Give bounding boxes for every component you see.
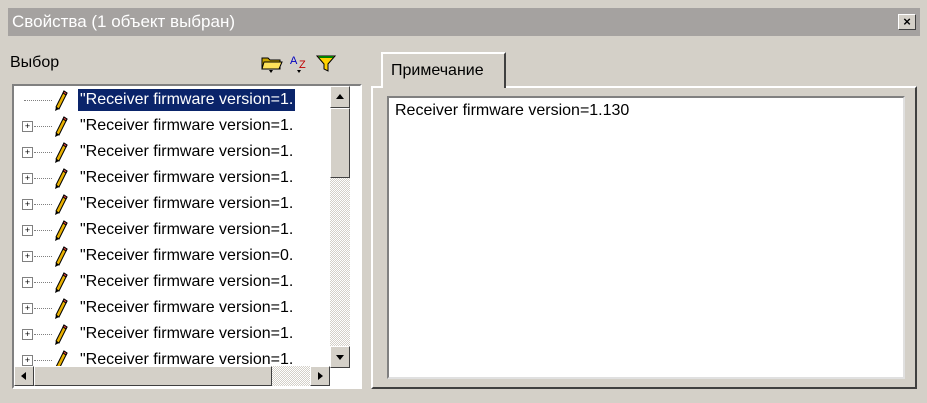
close-button[interactable]: × [898, 14, 916, 30]
expand-icon[interactable]: + [22, 251, 33, 262]
tree-connector [34, 256, 52, 257]
horizontal-scroll-thumb[interactable] [34, 366, 272, 386]
pencil-icon [54, 220, 68, 242]
tree-row[interactable]: + "Receiver firmware version=1. [14, 218, 334, 244]
pencil-icon [54, 168, 68, 190]
tree-connector [34, 152, 52, 153]
tree-connector [34, 126, 52, 127]
tree-connector [34, 308, 52, 309]
title-bar[interactable]: Свойства (1 объект выбран) × [8, 8, 920, 36]
scroll-right-button[interactable] [310, 366, 330, 386]
pencil-icon [54, 194, 68, 216]
scroll-up-button[interactable] [330, 86, 350, 108]
arrow-up-icon [336, 94, 344, 99]
arrow-right-icon [318, 372, 323, 380]
note-text-area[interactable]: Receiver firmware version=1.130 [387, 96, 905, 379]
tree-row[interactable]: + "Receiver firmware version=1. [14, 270, 334, 296]
tree-row[interactable]: + "Receiver firmware version=0. [14, 244, 334, 270]
sort-az-icon[interactable]: A Z [288, 52, 312, 74]
tree-row-label: "Receiver firmware version=1. [80, 143, 294, 160]
tree-row[interactable]: + "Receiver firmware version=1. [14, 322, 334, 348]
tree-connector [34, 178, 52, 179]
tree-row-label: "Receiver firmware version=1. [80, 195, 294, 212]
vertical-scroll-thumb[interactable] [330, 108, 350, 178]
expand-icon[interactable]: + [22, 303, 33, 314]
expand-icon[interactable]: + [22, 147, 33, 158]
open-folder-icon[interactable] [260, 52, 284, 74]
object-tree[interactable]: "Receiver firmware version=1. + "Receiver … [12, 84, 362, 389]
svg-text:Z: Z [299, 59, 306, 71]
tree-row[interactable]: + "Receiver firmware version=1. [14, 166, 334, 192]
tree-row-label: "Receiver firmware version=1. [76, 88, 297, 112]
svg-text:A: A [290, 55, 298, 67]
expand-icon[interactable]: + [22, 121, 33, 132]
tree-row[interactable]: + "Receiver firmware version=1. [14, 114, 334, 140]
expand-icon[interactable]: + [22, 173, 33, 184]
expand-icon[interactable]: + [22, 199, 33, 210]
tree-row[interactable]: + "Receiver firmware version=1. [14, 296, 334, 322]
arrow-down-icon [336, 355, 344, 360]
tree-row[interactable]: + "Receiver firmware version=1. [14, 140, 334, 166]
window-title: Свойства (1 объект выбран) [12, 12, 236, 31]
expand-icon[interactable]: + [22, 355, 33, 366]
tree-row-label: "Receiver firmware version=1. [80, 221, 294, 238]
tree-row-label: "Receiver firmware version=1. [80, 299, 294, 316]
pencil-icon [54, 272, 68, 294]
tree-row-label: "Receiver firmware version=1. [80, 273, 294, 290]
tree-row-label: "Receiver firmware version=1. [80, 325, 294, 342]
tree-connector [34, 230, 52, 231]
pencil-icon [54, 142, 68, 164]
tree-row-label: "Receiver firmware version=1. [80, 169, 294, 186]
expand-icon[interactable]: + [22, 329, 33, 340]
note-text: Receiver firmware version=1.130 [395, 102, 630, 119]
vertical-scrollbar[interactable] [330, 86, 350, 368]
tree-connector [34, 334, 52, 335]
pencil-icon [54, 116, 68, 138]
close-icon: × [903, 14, 911, 29]
tree-connector [34, 282, 52, 283]
tree-connector [34, 204, 52, 205]
selection-header-label: Выбор [10, 54, 60, 71]
scroll-left-button[interactable] [14, 366, 34, 386]
scroll-down-button[interactable] [330, 346, 350, 368]
arrow-left-icon [21, 372, 26, 380]
filter-icon[interactable] [314, 52, 338, 74]
tree-row[interactable]: "Receiver firmware version=1. [14, 88, 334, 114]
pencil-icon [54, 90, 68, 112]
pencil-icon [54, 246, 68, 268]
expand-icon[interactable]: + [22, 225, 33, 236]
pencil-icon [54, 298, 68, 320]
tree-connector [24, 100, 52, 101]
pencil-icon [54, 324, 68, 346]
horizontal-scrollbar[interactable] [14, 366, 330, 386]
tab-note-label: Примечание [391, 62, 484, 79]
tree-row[interactable]: + "Receiver firmware version=1. [14, 192, 334, 218]
tree-row-label: "Receiver firmware version=0. [80, 247, 294, 264]
tab-note[interactable]: Примечание [381, 52, 506, 88]
tree-connector [34, 360, 52, 361]
tree-row-label: "Receiver firmware version=1. [80, 117, 294, 134]
expand-icon[interactable]: + [22, 277, 33, 288]
